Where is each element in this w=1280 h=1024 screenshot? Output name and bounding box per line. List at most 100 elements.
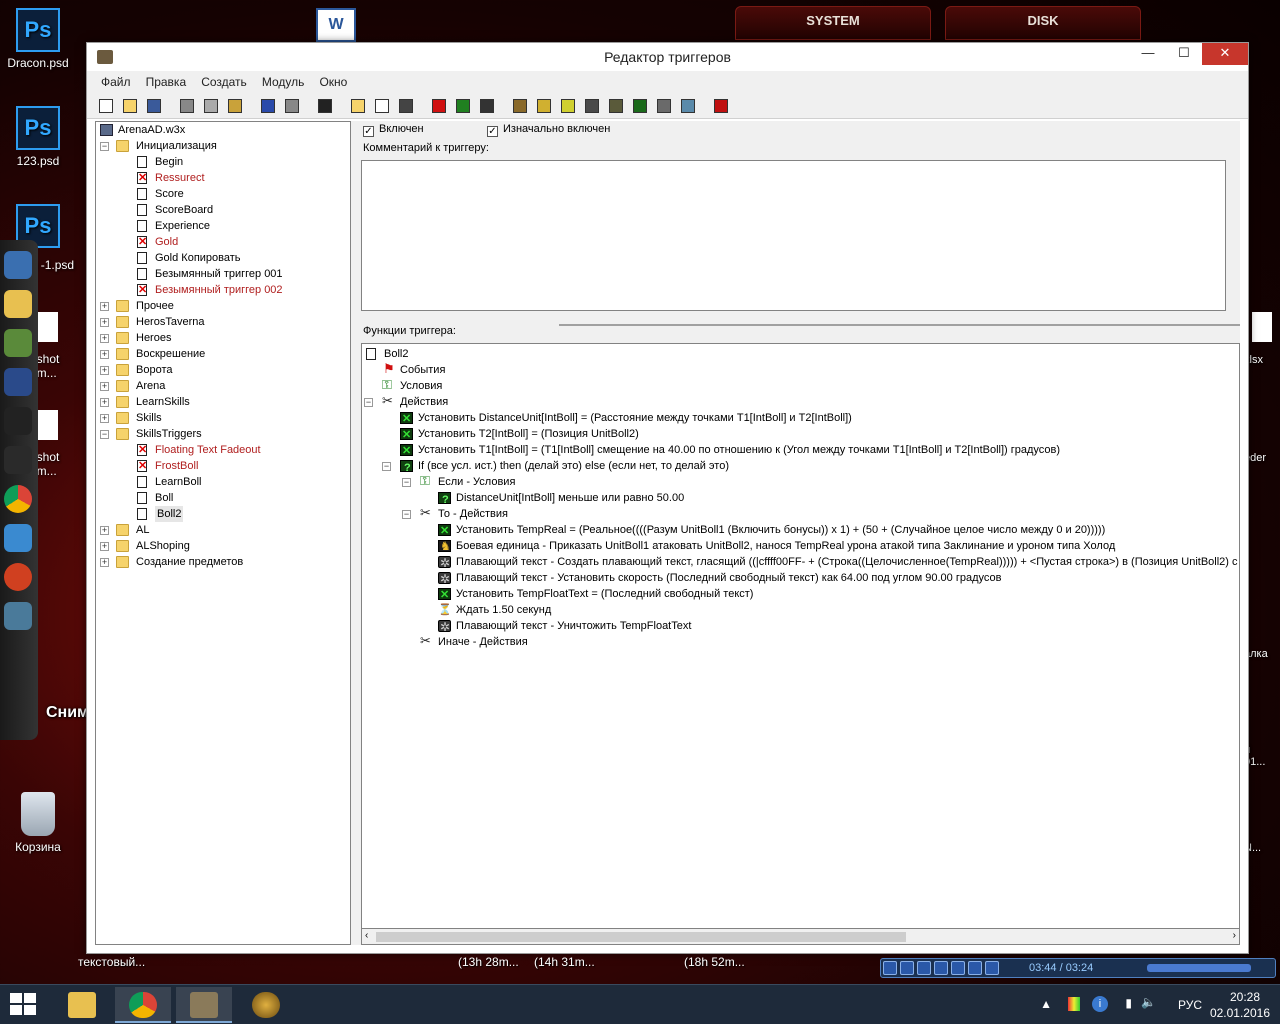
taskbar-chrome[interactable] bbox=[115, 987, 171, 1023]
tree-category[interactable]: + Создание предметов bbox=[96, 554, 350, 570]
pause-icon[interactable] bbox=[900, 961, 914, 975]
paste-button[interactable] bbox=[224, 95, 245, 115]
desktop-icon-123[interactable]: Ps 123.psd bbox=[0, 106, 76, 168]
splitter[interactable] bbox=[559, 324, 1240, 326]
menu-window[interactable]: Окно bbox=[313, 71, 353, 93]
tree-category[interactable]: − SkillsTriggers bbox=[96, 426, 350, 442]
horizontal-scrollbar[interactable]: ‹ › bbox=[361, 928, 1240, 945]
import-manager-button[interactable] bbox=[677, 95, 698, 115]
tree-category[interactable]: + Heroes bbox=[96, 330, 350, 346]
word-file-icon[interactable]: W bbox=[316, 8, 356, 42]
stop-icon[interactable] bbox=[917, 961, 931, 975]
expand-toggle[interactable]: + bbox=[100, 526, 109, 535]
trigger-functions-tree[interactable]: Boll2 События Условия − Действия Установить D… bbox=[361, 343, 1240, 935]
trigger-list-tree[interactable]: ArenaAD.w3x − Инициализация Begin Ressurect… bbox=[95, 121, 351, 945]
folder-icon[interactable] bbox=[4, 290, 32, 318]
task-strip-2[interactable]: (13h 28m... bbox=[458, 955, 519, 977]
tree-trigger[interactable]: Begin bbox=[96, 154, 350, 170]
tree-category[interactable]: + Прочее bbox=[96, 298, 350, 314]
menu-module[interactable]: Модуль bbox=[256, 71, 311, 93]
tree-category[interactable]: + Arena bbox=[96, 378, 350, 394]
tree-trigger[interactable]: Floating Text Fadeout bbox=[96, 442, 350, 458]
object-manager-button[interactable] bbox=[653, 95, 674, 115]
function-row[interactable]: Условия bbox=[362, 377, 1239, 394]
tree-category[interactable]: + LearnSkills bbox=[96, 394, 350, 410]
taskbar-warcraft[interactable] bbox=[238, 987, 294, 1023]
title-bar[interactable]: Редактор триггеров — ☐ ✕ bbox=[87, 43, 1248, 71]
new-condition-button[interactable] bbox=[452, 95, 473, 115]
redo-button[interactable] bbox=[281, 95, 302, 115]
tree-category[interactable]: − Инициализация bbox=[96, 138, 350, 154]
function-row[interactable]: DistanceUnit[IntBoll] меньше или равно 5… bbox=[362, 490, 1239, 508]
screenshot-icon[interactable] bbox=[4, 602, 32, 630]
function-row[interactable]: − If (все усл. ист.) then (делай это) els… bbox=[362, 458, 1239, 476]
terrain-editor-button[interactable] bbox=[509, 95, 530, 115]
tree-category[interactable]: + Skills bbox=[96, 410, 350, 426]
expand-toggle[interactable]: + bbox=[100, 334, 109, 343]
maximize-button[interactable]: ☐ bbox=[1168, 43, 1200, 65]
language-indicator[interactable]: РУС bbox=[1178, 998, 1202, 1012]
expand-toggle[interactable]: + bbox=[100, 542, 109, 551]
tree-trigger[interactable]: ScoreBoard bbox=[96, 202, 350, 218]
tree-trigger[interactable]: Gold bbox=[96, 234, 350, 250]
menu-create[interactable]: Создать bbox=[195, 71, 253, 93]
task-strip-1[interactable]: текстовый... bbox=[78, 955, 145, 977]
tree-root[interactable]: ArenaAD.w3x bbox=[96, 122, 350, 138]
function-row[interactable]: − Действия bbox=[362, 393, 1239, 410]
task-strip-4[interactable]: (18h 52m... bbox=[684, 955, 745, 977]
computer-icon[interactable] bbox=[4, 251, 32, 279]
show-hidden-icons-icon[interactable]: ▲ bbox=[1040, 997, 1052, 1011]
volume-slider[interactable] bbox=[1147, 964, 1251, 972]
undo-button[interactable] bbox=[257, 95, 278, 115]
system-tab[interactable]: SYSTEM bbox=[735, 6, 931, 40]
expand-toggle[interactable]: + bbox=[100, 350, 109, 359]
close-button[interactable]: ✕ bbox=[1202, 43, 1248, 65]
initially-on-checkbox[interactable]: ✓ bbox=[487, 126, 498, 137]
cut-button[interactable] bbox=[176, 95, 197, 115]
collapse-toggle[interactable]: − bbox=[100, 430, 109, 439]
chrome-icon[interactable] bbox=[4, 485, 32, 513]
expand-toggle[interactable]: + bbox=[100, 414, 109, 423]
clock-time[interactable]: 20:28 bbox=[1230, 990, 1260, 1004]
test-map-button[interactable] bbox=[710, 95, 731, 115]
collapse-toggle[interactable]: − bbox=[402, 510, 411, 519]
tree-category[interactable]: + Ворота bbox=[96, 362, 350, 378]
network-icon[interactable] bbox=[4, 368, 32, 396]
sound-editor-button[interactable] bbox=[557, 95, 578, 115]
tree-trigger[interactable]: Gold Копировать bbox=[96, 250, 350, 266]
desktop-icon-dracon[interactable]: Ps Dracon.psd bbox=[0, 8, 76, 70]
disk-tab[interactable]: DISK bbox=[945, 6, 1141, 40]
taskbar-explorer[interactable] bbox=[54, 987, 110, 1023]
function-row[interactable]: − То - Действия bbox=[362, 505, 1239, 522]
new-button[interactable] bbox=[95, 95, 116, 115]
clock-date[interactable]: 02.01.2016 bbox=[1210, 1006, 1270, 1020]
enabled-checkbox[interactable]: ✓ bbox=[363, 126, 374, 137]
tree-trigger[interactable]: LearnBoll bbox=[96, 474, 350, 490]
tree-category[interactable]: + HerosTaverna bbox=[96, 314, 350, 330]
flash-icon[interactable] bbox=[4, 563, 32, 591]
open-button[interactable] bbox=[119, 95, 140, 115]
collapse-toggle[interactable]: − bbox=[402, 478, 411, 487]
object-editor-button[interactable] bbox=[581, 95, 602, 115]
expand-toggle[interactable]: + bbox=[100, 398, 109, 407]
expand-toggle[interactable]: + bbox=[100, 382, 109, 391]
new-category-button[interactable] bbox=[347, 95, 368, 115]
media-icon[interactable] bbox=[4, 329, 32, 357]
collapse-toggle[interactable]: − bbox=[100, 142, 109, 151]
menu-file[interactable]: Файл bbox=[95, 71, 137, 93]
function-row[interactable]: Установить TempReal = (Реальное((((Разум… bbox=[362, 522, 1239, 539]
scroll-thumb[interactable] bbox=[376, 932, 906, 942]
taskbar-world-editor[interactable] bbox=[176, 987, 232, 1023]
function-row[interactable]: Установить TempFloatText = (Последний св… bbox=[362, 586, 1239, 603]
new-event-button[interactable] bbox=[428, 95, 449, 115]
delete-button[interactable] bbox=[314, 95, 335, 115]
tree-trigger[interactable]: Безымянный триггер 001 bbox=[96, 266, 350, 282]
network-icon[interactable]: ▮ bbox=[1125, 996, 1132, 1010]
tree-category[interactable]: + ALShoping bbox=[96, 538, 350, 554]
expand-toggle[interactable]: + bbox=[100, 318, 109, 327]
tree-trigger[interactable]: Score bbox=[96, 186, 350, 202]
info-icon[interactable]: i bbox=[1092, 996, 1108, 1012]
collapse-toggle[interactable]: − bbox=[382, 462, 391, 471]
scroll-right-arrow[interactable]: › bbox=[1233, 930, 1236, 941]
tree-trigger[interactable]: Ressurect bbox=[96, 170, 350, 186]
